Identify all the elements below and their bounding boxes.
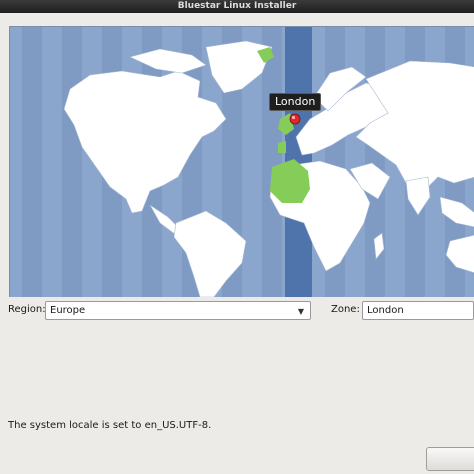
selected-city-marker[interactable]: [289, 113, 301, 125]
region-label: Region:: [8, 304, 46, 315]
marker-highlight: [291, 115, 296, 120]
country-highlight-portugal: [278, 141, 286, 153]
locale-status: The system locale is set to en_US.UTF-8.: [8, 420, 212, 431]
region-value: Europe: [50, 305, 86, 316]
world-map[interactable]: [10, 27, 474, 297]
zone-label: Zone:: [331, 304, 360, 315]
timezone-map[interactable]: [9, 26, 474, 297]
back-button[interactable]: [426, 447, 474, 471]
window-title: Bluestar Linux Installer: [177, 1, 297, 11]
dropdown-arrow-icon[interactable]: ▼: [296, 303, 306, 320]
region-combobox[interactable]: Europe ▼: [45, 301, 311, 320]
zone-value: London: [367, 305, 404, 316]
zone-combobox[interactable]: London: [362, 301, 474, 320]
selected-city-label: London: [269, 93, 322, 111]
window-titlebar: Bluestar Linux Installer: [0, 0, 474, 13]
